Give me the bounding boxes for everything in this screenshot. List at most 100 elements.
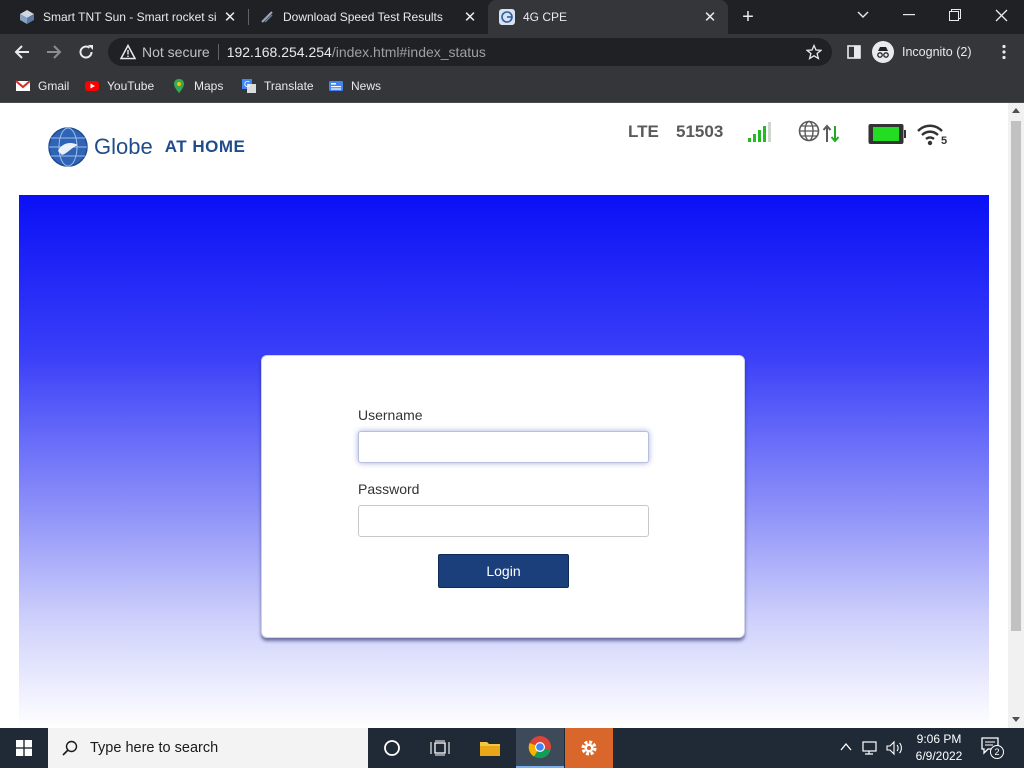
task-view-icon (430, 740, 450, 756)
bookmark-star-icon[interactable] (806, 44, 822, 60)
bookmark-label: Gmail (38, 79, 70, 93)
profile-button[interactable]: Incognito (2) (872, 39, 971, 65)
new-tab-button[interactable]: + (738, 6, 758, 28)
side-panel-button[interactable] (840, 38, 868, 66)
password-label: Password (358, 481, 420, 497)
network-icon[interactable] (862, 740, 880, 756)
back-button[interactable] (8, 38, 36, 66)
bookmark-youtube[interactable]: YouTube (84, 76, 154, 96)
bookmark-maps[interactable]: Maps (171, 76, 223, 96)
login-button[interactable]: Login (438, 554, 569, 588)
notification-count-badge: 2 (990, 745, 1004, 759)
bookmark-label: Maps (194, 79, 224, 93)
url-host: 192.168.254.254 (226, 44, 332, 60)
logo-tagline: AT HOME (164, 137, 246, 156)
clock-date: 6/9/2022 (915, 749, 963, 763)
scroll-down-arrow-icon[interactable] (1012, 717, 1020, 722)
minimize-button[interactable] (886, 0, 932, 30)
bookmark-label: Translate (264, 79, 314, 93)
action-center-button[interactable]: 2 (980, 736, 1006, 760)
tab-title: 4G CPE (523, 10, 568, 24)
arrow-right-icon (47, 45, 62, 59)
tab-title: Download Speed Test Results (283, 10, 443, 24)
scrollbar-thumb[interactable] (1011, 121, 1021, 631)
profile-label: Incognito (2) (902, 45, 972, 59)
forward-button[interactable] (40, 38, 68, 66)
login-card: Username Password Login (261, 355, 745, 638)
scroll-up-arrow-icon[interactable] (1012, 108, 1020, 113)
browser-toolbar: Not secure 192.168.254.254/index.html#in… (0, 34, 1024, 70)
url-divider (217, 44, 219, 60)
globe-at-home-logo: Globe AT HOME (48, 127, 245, 167)
start-button[interactable] (0, 728, 48, 768)
windows-logo-icon (16, 740, 32, 756)
internet-connected-icon (798, 120, 840, 143)
page-scrollbar[interactable] (1008, 103, 1024, 728)
globe-favicon-icon (499, 9, 515, 25)
bookmark-label: YouTube (107, 79, 155, 93)
gear-icon (581, 740, 597, 756)
restore-button[interactable] (932, 0, 978, 30)
search-icon (62, 740, 78, 756)
wifi-icon (917, 124, 943, 146)
close-tab-icon[interactable]: ✕ (702, 9, 718, 26)
close-tab-icon[interactable]: ✕ (222, 9, 238, 26)
svg-text:G: G (244, 80, 250, 89)
close-tab-icon[interactable]: ✕ (462, 9, 478, 26)
folder-icon (480, 742, 500, 756)
network-type: LTE (628, 122, 659, 141)
close-window-button[interactable] (978, 0, 1024, 30)
more-vert-icon (1002, 44, 1006, 60)
plmn-code: 51503 (676, 122, 724, 141)
battery-icon (868, 124, 906, 144)
username-input[interactable] (358, 431, 649, 463)
bookmark-news[interactable]: News (328, 76, 381, 96)
taskbar-clock[interactable]: 9:06 PM 6/9/2022 (906, 731, 972, 765)
tab-speed-test[interactable]: Download Speed Test Results ✕ (240, 0, 488, 34)
reload-button[interactable] (72, 38, 100, 66)
youtube-icon (85, 81, 99, 91)
password-input[interactable] (358, 505, 649, 537)
tab-smart-tnt[interactable]: Smart TNT Sun - Smart rocket sim ✕ (0, 0, 248, 34)
username-label: Username (358, 407, 423, 423)
page-viewport: Globe AT HOME LTE 51503 5 Username Passw… (0, 103, 1008, 728)
warning-icon[interactable] (120, 44, 136, 60)
cortana-button[interactable] (368, 728, 416, 768)
address-bar[interactable]: Not secure 192.168.254.254/index.html#in… (108, 38, 832, 66)
taskbar-search-box[interactable]: Type here to search (48, 728, 368, 768)
task-view-button[interactable] (416, 728, 464, 768)
bookmark-translate[interactable]: G Translate (241, 76, 314, 96)
cortana-circle-icon (384, 740, 400, 756)
logo-word: Globe (94, 134, 153, 159)
signal-strength-icon (748, 122, 771, 142)
restore-icon (949, 9, 961, 21)
globe-logo-icon (48, 127, 88, 167)
tab-search-button[interactable] (840, 0, 886, 30)
security-label[interactable]: Not secure (142, 44, 210, 60)
chrome-icon (528, 736, 551, 759)
side-panel-icon (847, 45, 861, 59)
tab-strip: Smart TNT Sun - Smart rocket sim ✕ Downl… (0, 0, 1024, 34)
minimize-icon (903, 14, 915, 16)
reload-icon (79, 45, 93, 59)
incognito-icon (872, 41, 894, 63)
chrome-taskbar-button[interactable] (516, 728, 564, 768)
arrow-left-icon (14, 45, 29, 59)
taskbar-search-placeholder: Type here to search (90, 740, 219, 756)
translate-icon: G (242, 79, 256, 93)
chevron-up-icon[interactable] (840, 742, 852, 752)
bookmarks-bar: Gmail YouTube Maps G Translate News (0, 70, 1024, 103)
bookmark-label: News (351, 79, 382, 93)
bookmark-gmail[interactable]: Gmail (15, 76, 69, 96)
tab-4g-cpe[interactable]: 4G CPE ✕ (488, 0, 728, 34)
close-icon (995, 9, 1007, 21)
volume-icon[interactable] (886, 740, 904, 756)
maps-icon (174, 79, 184, 93)
chevron-down-icon (857, 11, 869, 18)
gmail-icon (15, 80, 31, 91)
settings-taskbar-button[interactable] (565, 728, 613, 768)
hero-background: Username Password Login (19, 195, 989, 728)
menu-button[interactable] (990, 38, 1018, 66)
file-explorer-button[interactable] (466, 728, 514, 768)
clock-time: 9:06 PM (916, 732, 962, 746)
